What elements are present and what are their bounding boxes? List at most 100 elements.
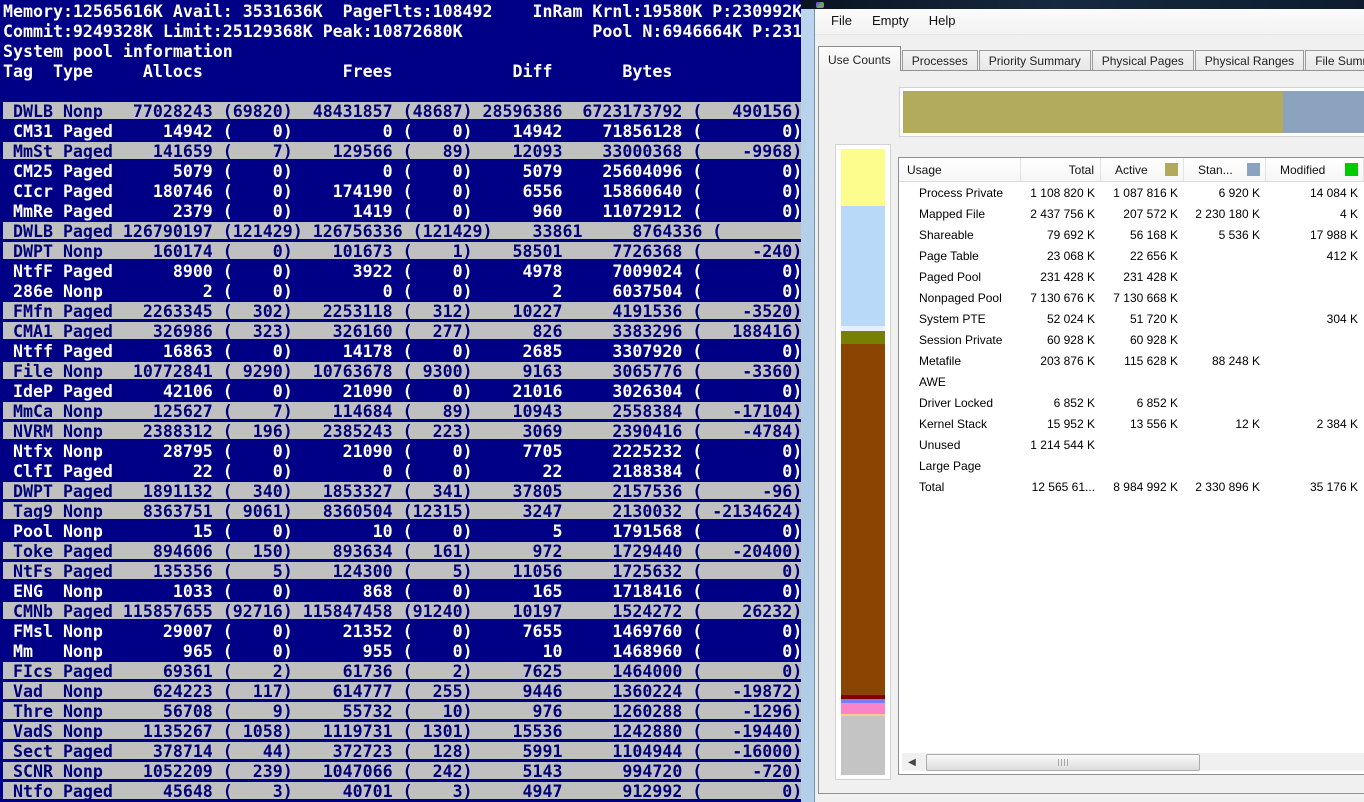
pool-row-ENG: ENG Nonp 1033 ( 0) 868 ( 0) 165 1718416 … [3,582,801,602]
value-cell [1266,392,1364,413]
value-cell: 1 087 816 K [1101,182,1184,203]
page-priority-bar-panel [835,144,891,780]
value-cell: 412 K [1266,245,1364,266]
stacked-bar-segment-active [903,91,1283,133]
pool-row-Vad: Vad Nonp 624223 ( 117) 614777 ( 255) 944… [3,682,801,702]
legend-swatch-icon [1247,163,1260,176]
usage-cell: Process Private [899,182,1021,203]
priority-bar-segment-8 [841,703,885,714]
table-row-unused[interactable]: Unused1 214 544 K [899,434,1364,455]
value-cell [1101,455,1184,476]
value-cell [1184,392,1266,413]
tab-priority-summary[interactable]: Priority Summary [979,50,1091,71]
pool-row-Sect: Sect Paged 378714 ( 44) 372723 ( 128) 59… [3,742,801,762]
legend-swatch-icon [1345,163,1358,176]
usage-table-header[interactable]: UsageTotalActiveStan...Modified [899,158,1364,182]
usage-cell: AWE [899,371,1021,392]
value-cell: 1 214 544 K [1021,434,1101,455]
value-cell: 6 920 K [1184,182,1266,203]
memory-summary-bar-panel [899,87,1364,137]
column-header-total[interactable]: Total [1021,158,1101,181]
value-cell [1184,434,1266,455]
value-cell: 2 230 180 K [1184,203,1266,224]
usage-cell: Unused [899,434,1021,455]
table-row-mapped-file[interactable]: Mapped File2 437 756 K207 572 K2 230 180… [899,203,1364,224]
usage-cell: Page Table [899,245,1021,266]
value-cell [1266,287,1364,308]
titlebar[interactable] [801,0,1364,9]
value-cell: 12 K [1184,413,1266,434]
tab-file-summary[interactable]: File Summary [1305,50,1364,71]
scrollbar-thumb[interactable] [926,754,1200,771]
value-cell [1266,371,1364,392]
usage-cell: Driver Locked [899,392,1021,413]
table-row-shareable[interactable]: Shareable79 692 K56 168 K5 536 K17 988 K [899,224,1364,245]
pool-row-FIcs: FIcs Paged 69361 ( 2) 61736 ( 2) 7625 14… [3,662,801,682]
pool-row-286e: 286e Nonp 2 ( 0) 0 ( 0) 2 6037504 ( 0) [3,282,801,302]
column-header-active[interactable]: Active [1101,158,1184,181]
value-cell [1184,245,1266,266]
usage-cell: Session Private [899,329,1021,350]
page-priority-bar [841,149,885,775]
value-cell: 2 437 756 K [1021,203,1101,224]
value-cell: 13 556 K [1101,413,1184,434]
menu-help[interactable]: Help [919,9,966,34]
pool-row-Tag9: Tag9 Nonp 8363751 ( 9061) 8360504 (12315… [3,502,801,522]
tab-processes[interactable]: Processes [902,50,978,71]
column-header-usage[interactable]: Usage [899,158,1021,181]
table-row-paged-pool[interactable]: Paged Pool231 428 K231 428 K [899,266,1364,287]
table-row-total[interactable]: Total12 565 61...8 984 992 K2 330 896 K3… [899,476,1364,497]
table-row-page-table[interactable]: Page Table23 068 K22 656 K 412 K [899,245,1364,266]
value-cell [1266,266,1364,287]
table-row-large-page[interactable]: Large Page [899,455,1364,476]
pool-row-NtfF: NtfF Paged 8900 ( 0) 3922 ( 0) 4978 7009… [3,262,801,282]
table-row-nonpaged-pool[interactable]: Nonpaged Pool7 130 676 K7 130 668 K [899,287,1364,308]
pool-row-CIcr: CIcr Paged 180746 ( 0) 174190 ( 0) 6556 … [3,182,801,202]
tab-use-counts[interactable]: Use Counts [818,46,901,71]
table-row-driver-locked[interactable]: Driver Locked6 852 K6 852 K [899,392,1364,413]
table-row-awe[interactable]: AWE [899,371,1364,392]
usage-cell: Mapped File [899,203,1021,224]
value-cell: 4 K [1266,203,1364,224]
value-cell: 56 168 K [1101,224,1184,245]
value-cell: 1 108 820 K [1021,182,1101,203]
menu-file[interactable]: File [821,9,862,34]
priority-bar-segment-4 [841,331,885,344]
usage-cell: Metafile [899,350,1021,371]
menu-empty[interactable]: Empty [862,9,919,34]
value-cell: 22 656 K [1101,245,1184,266]
column-header-stan[interactable]: Stan... [1184,158,1266,181]
usage-table-body: Process Private1 108 820 K1 087 816 K6 9… [899,182,1364,497]
value-cell: 14 084 K [1266,182,1364,203]
table-row-process-private[interactable]: Process Private1 108 820 K1 087 816 K6 9… [899,182,1364,203]
value-cell: 23 068 K [1021,245,1101,266]
scroll-left-arrow-icon[interactable]: ◀ [904,755,920,769]
value-cell [1266,455,1364,476]
table-row-system-pte[interactable]: System PTE52 024 K51 720 K304 K [899,308,1364,329]
pool-row-MmSt: MmSt Paged 141659 ( 7) 129566 ( 89) 1209… [3,142,801,162]
usage-cell: Total [899,476,1021,497]
value-cell: 2 330 896 K [1184,476,1266,497]
tab-physical-pages[interactable]: Physical Pages [1092,50,1194,71]
poolmon-terminal[interactable]: Memory:12565616K Avail: 3531636K PageFlt… [0,0,801,802]
table-row-kernel-stack[interactable]: Kernel Stack15 952 K13 556 K12 K2 384 K [899,413,1364,434]
priority-bar-segment-2 [841,206,885,327]
column-header-modified[interactable]: Modified [1266,158,1364,181]
pool-row-FMfn: FMfn Paged 2263345 ( 302) 2253118 ( 312)… [3,302,801,322]
value-cell: 7 130 668 K [1101,287,1184,308]
usage-table[interactable]: UsageTotalActiveStan...Modified Process … [898,157,1364,775]
pool-row-DWLB: DWLB Nonp 77028243 (69820) 48431857 (486… [3,102,801,122]
pool-row-NVRM: NVRM Nonp 2388312 ( 196) 2385243 ( 223) … [3,422,801,442]
usage-cell: Kernel Stack [899,413,1021,434]
value-cell: 2 384 K [1266,413,1364,434]
value-cell: 60 928 K [1021,329,1101,350]
value-cell [1266,434,1364,455]
value-cell: 15 952 K [1021,413,1101,434]
table-row-metafile[interactable]: Metafile203 876 K115 628 K88 248 K [899,350,1364,371]
table-row-session-private[interactable]: Session Private60 928 K60 928 K [899,329,1364,350]
stacked-bar-segment-standby [1283,91,1364,133]
horizontal-scrollbar[interactable]: ◀ [902,753,1364,771]
pool-row-Mm: Mm Nonp 965 ( 0) 955 ( 0) 10 1468960 ( 0… [3,642,801,662]
tab-physical-ranges[interactable]: Physical Ranges [1195,50,1304,71]
value-cell: 115 628 K [1101,350,1184,371]
